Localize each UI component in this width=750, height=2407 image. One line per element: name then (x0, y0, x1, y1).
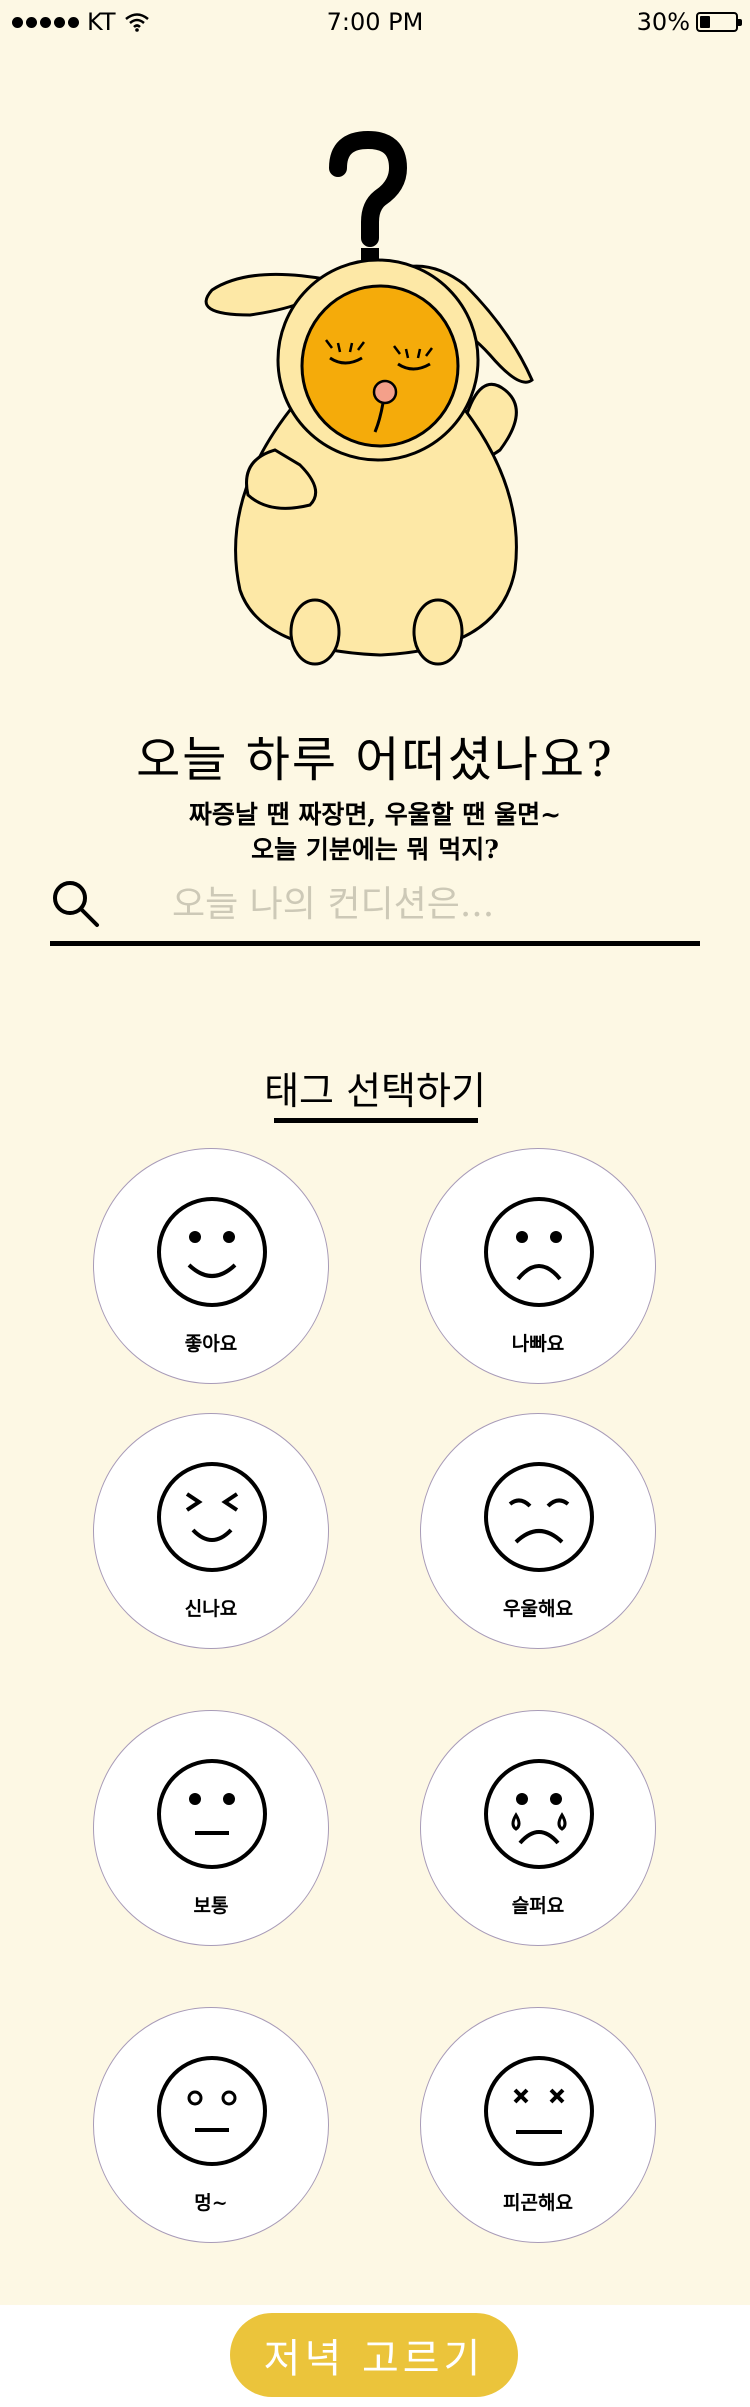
wifi-icon (124, 13, 149, 32)
tag-tired[interactable]: 피곤해요 (420, 2007, 656, 2243)
gloomy-face-icon (484, 1462, 594, 1572)
tag-label: 슬퍼요 (511, 1895, 565, 1917)
tag-label: 나빠요 (511, 1333, 565, 1355)
tag-label: 신나요 (184, 1598, 238, 1620)
happy-face-icon (157, 1197, 267, 1307)
tag-label: 보통 (193, 1895, 229, 1917)
search-bar (50, 870, 700, 946)
bottom-bar: 저녁 고르기 (0, 2305, 750, 2407)
search-icon[interactable] (50, 878, 102, 930)
tag-gloomy[interactable]: 우울해요 (420, 1413, 656, 1649)
subtitle-line-2: 오늘 기분에는 뭐 먹지? (251, 835, 499, 864)
battery-level (700, 16, 711, 28)
subtitle-line-1: 짜증날 땐 짜장면, 우울할 땐 울면~ (188, 800, 562, 829)
signal-strength-icon (12, 16, 79, 28)
battery-percent: 30% (636, 8, 690, 36)
tag-good[interactable]: 좋아요 (93, 1148, 329, 1384)
tag-blank[interactable]: 멍~ (93, 2007, 329, 2243)
battery-icon (696, 12, 742, 32)
section-title-underline (274, 1118, 478, 1123)
mascot-illustration (204, 130, 534, 666)
tag-normal[interactable]: 보통 (93, 1710, 329, 1946)
status-left: KT (12, 8, 150, 36)
neutral-face-icon (157, 1759, 267, 1869)
excited-face-icon (157, 1462, 267, 1572)
tag-excited[interactable]: 신나요 (93, 1413, 329, 1649)
status-right: 30% (636, 8, 742, 36)
tag-label: 피곤해요 (503, 2192, 573, 2214)
frown-face-icon (484, 1197, 594, 1307)
blank-face-icon (157, 2056, 267, 2166)
tag-bad[interactable]: 나빠요 (420, 1148, 656, 1384)
dizzy-face-icon (484, 2056, 594, 2166)
carrier-name: KT (87, 8, 116, 36)
tag-label: 좋아요 (184, 1333, 238, 1355)
crying-face-icon (484, 1759, 594, 1869)
question-mark-icon (329, 130, 408, 264)
page-title: 오늘 하루 어떠셨나요? (136, 732, 614, 788)
tag-label: 우울해요 (503, 1598, 573, 1620)
search-input[interactable] (172, 876, 672, 932)
tag-label: 멍~ (194, 2192, 228, 2214)
tag-sad[interactable]: 슬퍼요 (420, 1710, 656, 1946)
choose-dinner-button[interactable]: 저녁 고르기 (230, 2313, 518, 2397)
status-bar: KT 7:00 PM 30% (0, 0, 750, 44)
section-title: 태그 선택하기 (264, 1069, 486, 1113)
